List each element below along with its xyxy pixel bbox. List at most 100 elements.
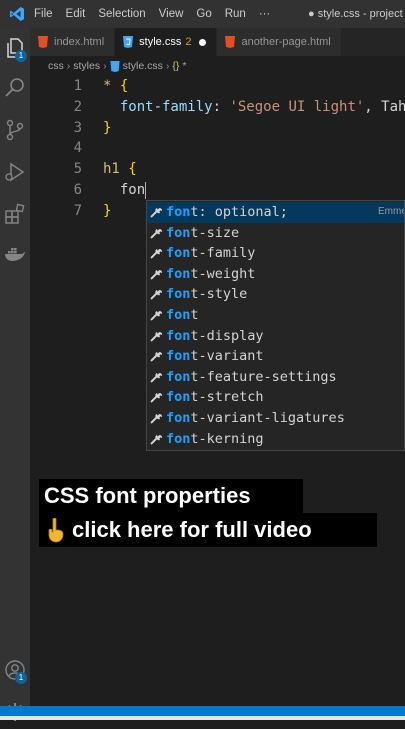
suggestion-rest: t-kerning <box>190 430 264 447</box>
suggestion-rest: t: optional; <box>190 204 288 220</box>
suggestion-item[interactable]: font-display <box>147 326 404 347</box>
suggestion-detail: Emme <box>378 206 405 217</box>
code-token: { <box>119 78 129 94</box>
code-text: * { <box>103 76 128 97</box>
suggestion-label: font-variant-ligatures <box>166 408 345 429</box>
window-title: ● style.css - project - V <box>308 8 405 20</box>
suggestion-item[interactable]: font-variant <box>147 346 404 367</box>
menu-more[interactable]: ··· <box>259 8 271 20</box>
code-token: font-family <box>103 98 213 115</box>
code-line[interactable]: 2 font-family: 'Segoe UI light', Tah <box>30 97 405 118</box>
code-line[interactable]: 6 fon <box>30 180 405 201</box>
tab-style-css[interactable]: style.css 2 <box>115 28 218 56</box>
code-line[interactable]: 4 <box>30 138 405 159</box>
suggestion-item[interactable]: font-family <box>147 243 404 264</box>
line-number: 3 <box>73 119 82 136</box>
suggestion-label: font-style <box>166 284 247 305</box>
code-token: * <box>103 78 120 94</box>
code-token: fon <box>103 182 146 198</box>
suggestion-item[interactable]: font: optional; Emme <box>147 202 405 223</box>
suggestion-rest: t-variant <box>190 348 264 365</box>
wrench-icon <box>150 412 163 425</box>
extensions-icon[interactable] <box>3 202 27 226</box>
suggestion-rest: t <box>190 307 199 323</box>
code-line[interactable]: 3} <box>30 118 405 139</box>
code-token: , Tah <box>364 98 405 115</box>
chevron-right-icon: › <box>165 60 170 72</box>
code-text: font-family: 'Segoe UI light', Tah <box>103 97 405 118</box>
code-text: h1 { <box>103 159 137 180</box>
explorer-badge: 1 <box>15 50 27 62</box>
menu-view[interactable]: View <box>159 8 184 20</box>
wrench-icon <box>150 391 163 404</box>
chevron-right-icon: › <box>103 60 107 72</box>
suggestion-match: fon <box>166 245 191 262</box>
wrench-icon <box>150 268 163 281</box>
status-bar <box>0 706 405 720</box>
editor-tabs: index.html style.css 2 another-page.html <box>30 28 405 56</box>
suggestion-item[interactable]: font-size <box>147 223 404 244</box>
tab-another-page-html[interactable]: another-page.html <box>217 28 342 56</box>
menu-run[interactable]: Run <box>225 8 246 20</box>
run-debug-icon[interactable] <box>3 160 27 184</box>
code-token: } <box>103 119 112 136</box>
caption-link[interactable]: click here for full video <box>39 513 377 547</box>
unsaved-dot-icon[interactable] <box>199 38 207 46</box>
menu-file[interactable]: File <box>34 8 53 20</box>
menu-selection[interactable]: Selection <box>98 8 145 20</box>
suggestion-item[interactable]: font-feature-settings <box>147 367 404 388</box>
caption-title: CSS font properties <box>39 479 303 513</box>
source-control-icon[interactable] <box>3 118 27 142</box>
code-token: 'Segoe UI light' <box>229 98 365 115</box>
css-file-icon <box>123 36 134 48</box>
suggestion-match: fon <box>166 286 191 303</box>
suggestion-item[interactable]: font-stretch <box>147 387 404 408</box>
explorer-icon[interactable]: 1 <box>3 36 27 62</box>
line-number: 1 <box>73 78 82 94</box>
code-text: } <box>103 118 111 139</box>
suggestion-item[interactable]: font <box>147 305 404 326</box>
tab-index-html[interactable]: index.html <box>30 28 116 56</box>
suggestion-match: fon <box>166 368 191 385</box>
wrench-icon <box>150 433 163 446</box>
breadcrumb-item[interactable]: style.css <box>123 60 163 72</box>
suggestion-rest: t-display <box>190 327 264 344</box>
menu-go[interactable]: Go <box>196 8 211 20</box>
code-line[interactable]: 1 * { <box>30 76 405 97</box>
code-token: } <box>103 202 112 219</box>
line-number: 7 <box>73 202 82 219</box>
code-text: fon <box>103 180 147 201</box>
accounts-icon[interactable]: 1 <box>3 658 27 684</box>
docker-icon[interactable] <box>3 242 27 266</box>
suggestion-rest: t-style <box>190 286 248 303</box>
suggestion-item[interactable]: font-style <box>147 284 404 305</box>
suggestion-match: fon <box>166 265 191 282</box>
suggestion-item[interactable]: font-kerning <box>147 429 404 450</box>
line-number: 6 <box>73 182 82 198</box>
code-token: : <box>212 98 230 115</box>
pointing-down-hand-icon <box>48 517 64 543</box>
menu-edit[interactable]: Edit <box>66 8 86 20</box>
css-file-icon <box>110 60 120 72</box>
suggestion-rest: t-variant-ligatures <box>190 410 345 426</box>
suggestion-item[interactable]: font-weight <box>147 264 404 285</box>
search-icon[interactable] <box>3 76 27 100</box>
breadcrumb-item[interactable]: css <box>48 60 64 72</box>
suggestion-item[interactable]: font-variant-ligatures <box>147 408 404 429</box>
code-line[interactable]: 5 h1 { <box>30 159 405 180</box>
suggestion-match: fon <box>166 327 191 344</box>
breadcrumb-item[interactable]: styles <box>73 60 100 72</box>
suggestion-label: font-kerning <box>166 429 264 450</box>
suggestion-match: fon <box>166 348 191 365</box>
html-file-icon <box>38 36 48 48</box>
suggestion-rest: t-weight <box>190 265 256 282</box>
breadcrumb-symbol[interactable]: * <box>182 60 186 72</box>
suggestion-rest: t-stretch <box>190 389 264 406</box>
suggestion-match: fon <box>166 224 191 241</box>
wrench-icon <box>150 206 163 219</box>
suggestion-widget: font: optional; Emme font-size font-family f… <box>146 200 405 451</box>
activity-bar: 1 1 <box>0 28 30 721</box>
title-bar: File Edit Selection View Go Run ··· ● st… <box>0 0 405 28</box>
vscode-logo-icon[interactable] <box>0 6 34 22</box>
suggestion-match: fon <box>166 410 191 426</box>
